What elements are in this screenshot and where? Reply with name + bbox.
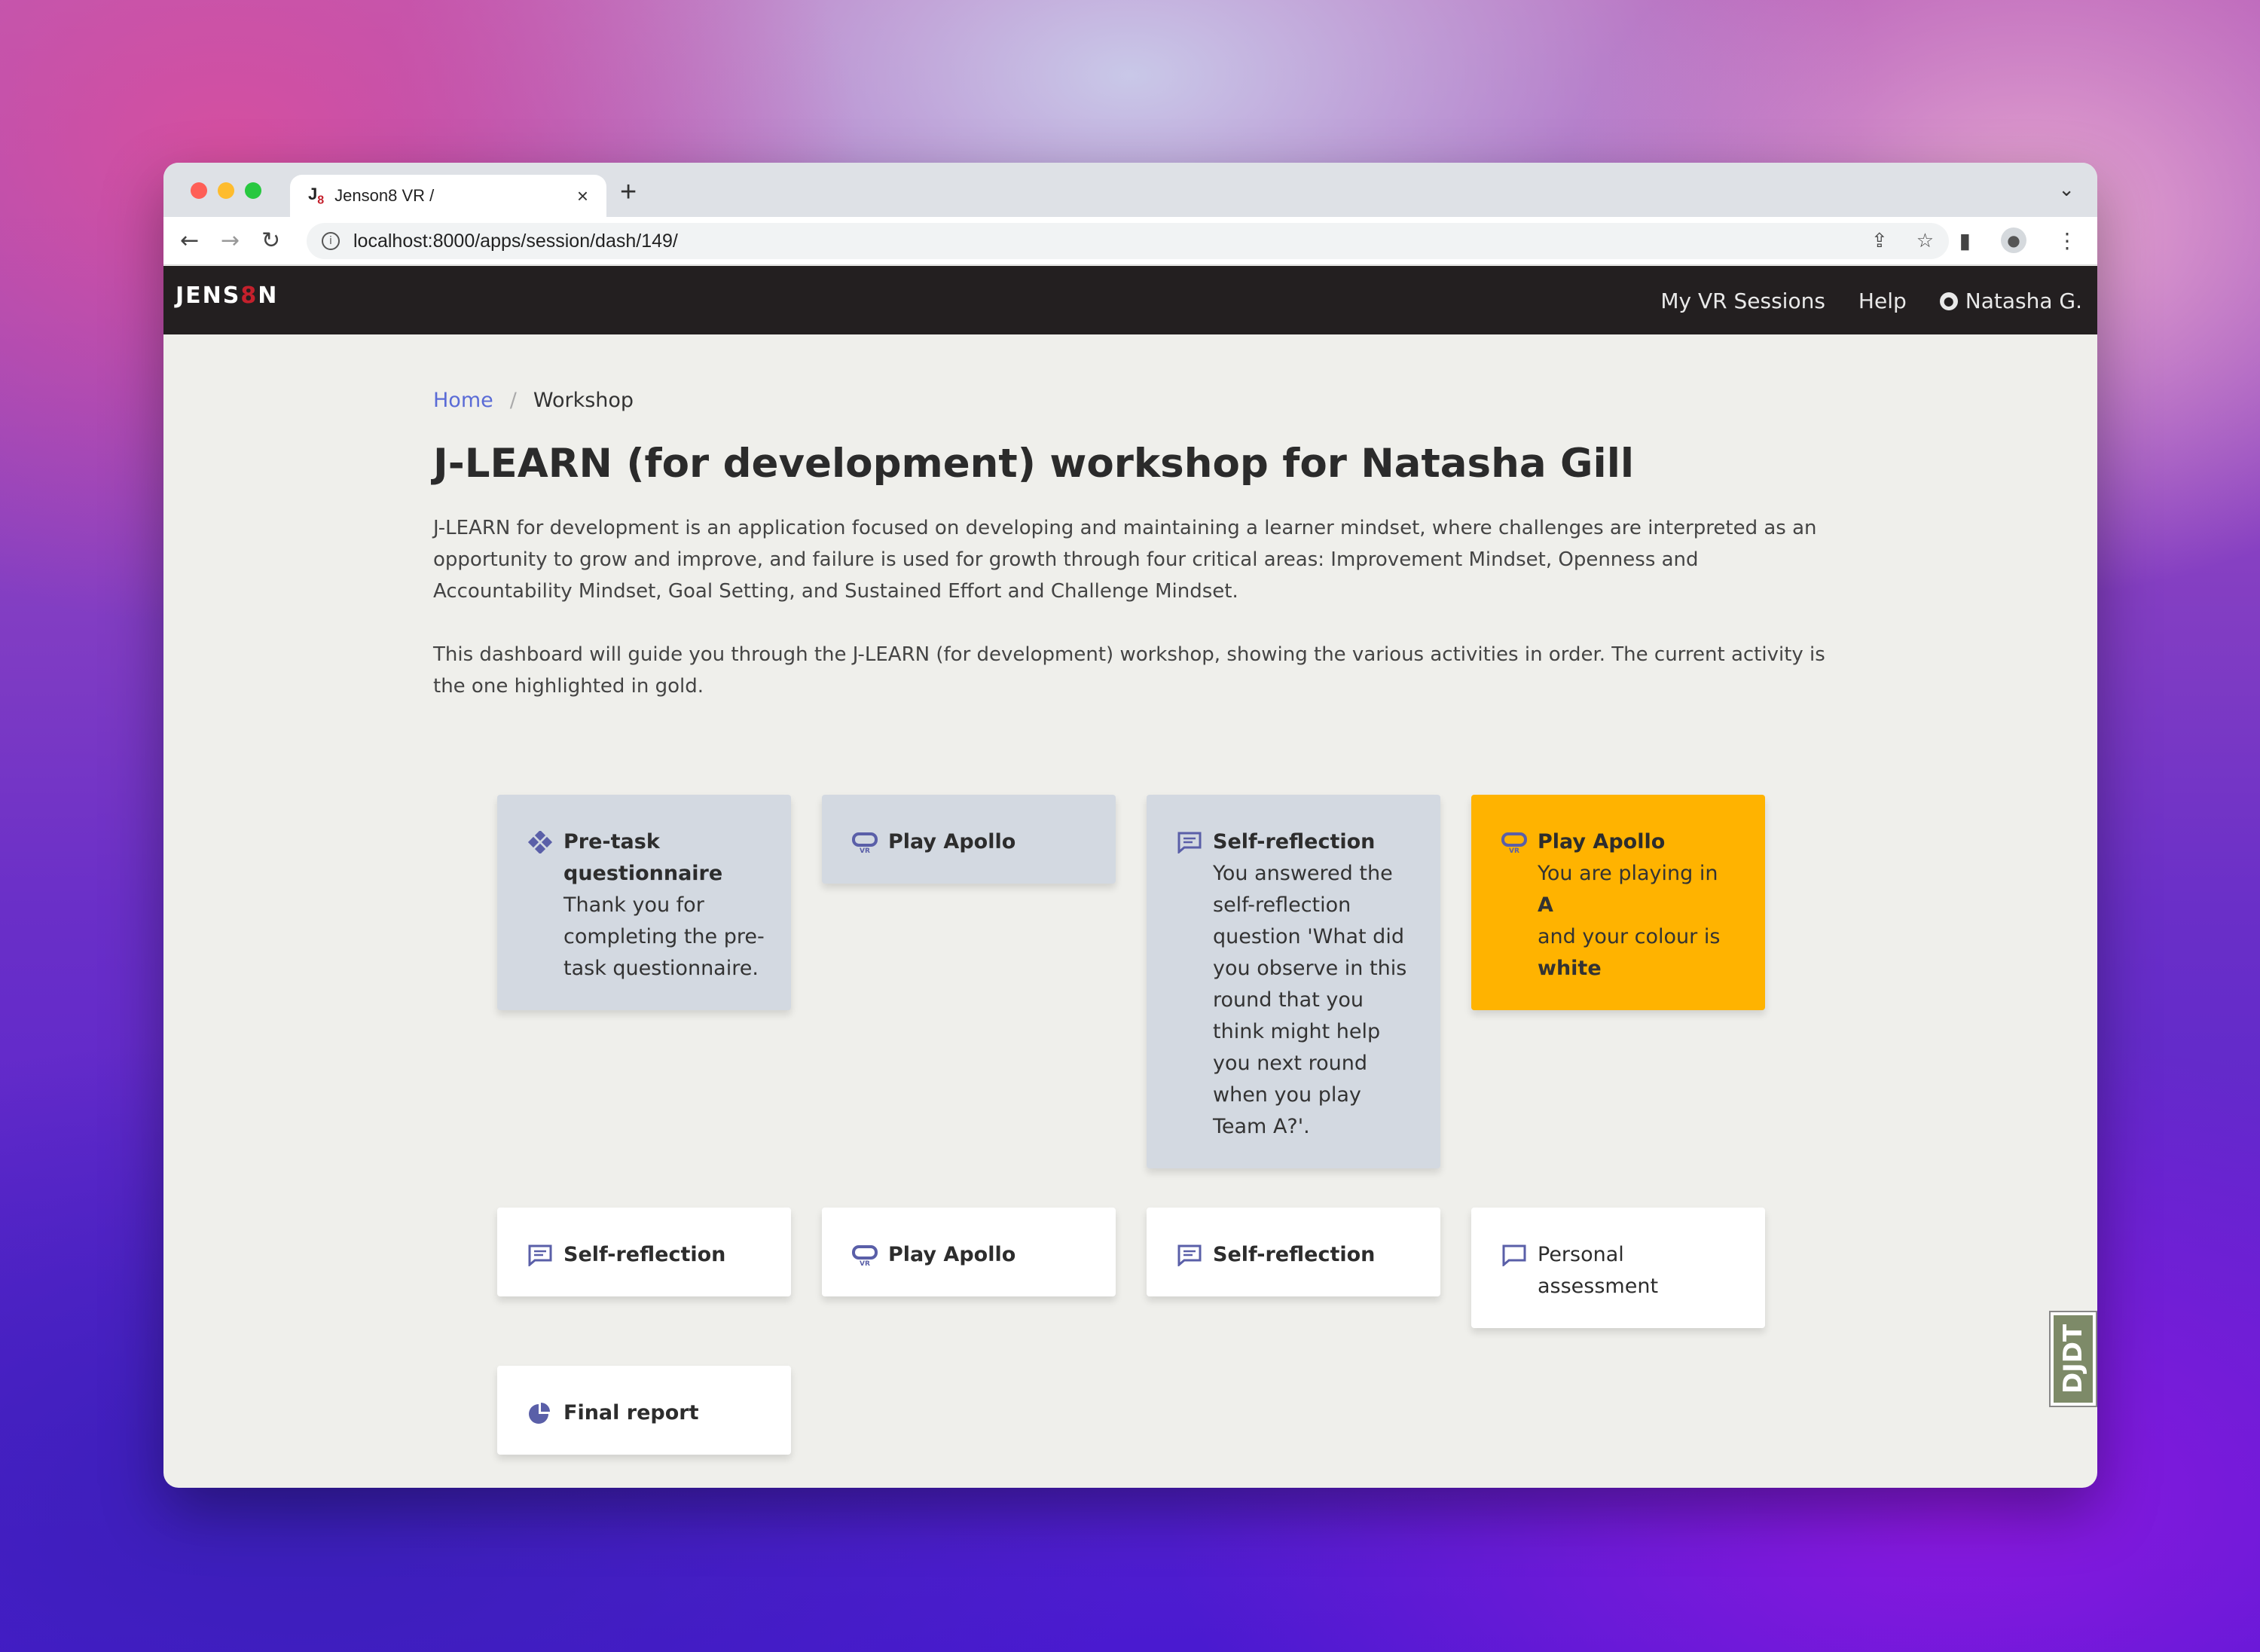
- vr-headset-icon: VR: [1501, 832, 1527, 853]
- app-navbar: JENS8N My VR Sessions Help ● Natasha G.: [163, 266, 2097, 334]
- activity-card-play-apollo-current[interactable]: VR Play Apollo You are playing in A and …: [1471, 795, 1765, 1010]
- activity-title: Pre-task questionnaire: [563, 830, 723, 885]
- browser-toolbar: ← → ↻ i localhost:8000/apps/session/dash…: [163, 217, 2097, 265]
- activity-card-pre-task-questionnaire[interactable]: Pre-task questionnaire Thank you for com…: [497, 795, 791, 1010]
- site-info-icon[interactable]: i: [322, 232, 340, 250]
- activity-body: You answered the self-reflection questio…: [1213, 862, 1407, 1138]
- activity-card-self-reflection-1[interactable]: Self-reflection You answered the self-re…: [1147, 795, 1440, 1168]
- close-window-button[interactable]: [191, 182, 207, 199]
- reload-icon[interactable]: ↻: [261, 227, 280, 254]
- browser-tab[interactable]: J8 Jenson8 VR / ×: [290, 175, 606, 217]
- comment-icon: [1177, 832, 1202, 853]
- activity-card-personal-assessment[interactable]: Personal assessment: [1471, 1208, 1765, 1328]
- comment-icon: [1177, 1244, 1202, 1266]
- activity-title: Play Apollo: [888, 1243, 1016, 1266]
- brand-logo[interactable]: JENS8N: [176, 282, 278, 309]
- pie-chart-icon: [529, 1403, 550, 1424]
- activity-body: Thank you for completing the pre-task qu…: [563, 893, 765, 980]
- activity-title: Play Apollo: [1538, 830, 1666, 853]
- vr-headset-icon: VR: [852, 1245, 878, 1266]
- back-icon[interactable]: ←: [180, 227, 199, 254]
- tab-close-icon[interactable]: ×: [577, 185, 588, 208]
- main-content: Home / Workshop J-LEARN (for development…: [433, 389, 1827, 702]
- tab-strip: J8 Jenson8 VR / × + ⌄: [163, 163, 2097, 217]
- vr-headset-icon: VR: [852, 832, 878, 853]
- django-debug-toolbar-handle[interactable]: DJDT: [2049, 1311, 2097, 1407]
- breadcrumb: Home / Workshop: [433, 389, 1827, 412]
- activity-title: Self-reflection: [1213, 830, 1376, 853]
- breadcrumb-current: Workshop: [533, 389, 634, 412]
- activity-card-final-report[interactable]: Final report: [497, 1366, 791, 1455]
- colour-value: white: [1538, 957, 1602, 980]
- activity-card-self-reflection-2[interactable]: Self-reflection: [497, 1208, 791, 1296]
- url-text[interactable]: localhost:8000/apps/session/dash/149/: [353, 231, 1871, 252]
- activity-title: Self-reflection: [563, 1243, 726, 1266]
- forward-icon[interactable]: →: [221, 227, 240, 254]
- breadcrumb-home-link[interactable]: Home: [433, 389, 493, 412]
- team-value: A: [1538, 893, 1553, 917]
- window-controls: [191, 182, 261, 199]
- comment-icon: [528, 1244, 552, 1266]
- activity-title: Play Apollo: [888, 830, 1016, 853]
- nav-help[interactable]: Help: [1858, 289, 1907, 313]
- share-icon[interactable]: ⇪: [1871, 230, 1888, 252]
- bookmark-star-icon[interactable]: ☆: [1916, 230, 1934, 252]
- tab-search-icon[interactable]: ⌄: [2058, 178, 2075, 201]
- minimize-window-button[interactable]: [218, 182, 234, 199]
- svg-text:VR: VR: [860, 847, 870, 853]
- dashboard-description: This dashboard will guide you through th…: [433, 643, 1825, 698]
- browser-window: J8 Jenson8 VR / × + ⌄ ← → ↻ i localhost:…: [163, 163, 2097, 1488]
- activity-card-play-apollo-1[interactable]: VR Play Apollo: [822, 795, 1116, 884]
- page-title: J-LEARN (for development) workshop for N…: [433, 441, 1635, 487]
- breadcrumb-separator: /: [509, 389, 517, 412]
- speech-bubble-icon: [1502, 1244, 1526, 1266]
- maximize-window-button[interactable]: [245, 182, 261, 199]
- activity-body: You are playing in A and your colour is …: [1538, 862, 1721, 980]
- svg-text:VR: VR: [860, 1260, 870, 1266]
- activity-title: Personal assessment: [1538, 1243, 1659, 1298]
- questionnaire-icon: [527, 831, 553, 853]
- favicon-icon: J8: [308, 184, 325, 207]
- address-bar[interactable]: i localhost:8000/apps/session/dash/149/ …: [307, 223, 1949, 259]
- tab-title: Jenson8 VR /: [334, 186, 435, 205]
- activity-title: Self-reflection: [1213, 1243, 1376, 1266]
- user-circle-icon: ●: [1939, 292, 1958, 310]
- activity-card-play-apollo-2[interactable]: VR Play Apollo: [822, 1208, 1116, 1296]
- browser-menu-icon[interactable]: ⋮: [2057, 228, 2078, 253]
- svg-text:VR: VR: [1509, 847, 1519, 853]
- activity-title: Final report: [563, 1401, 699, 1425]
- new-tab-button[interactable]: +: [620, 176, 637, 209]
- activity-card-self-reflection-3[interactable]: Self-reflection: [1147, 1208, 1440, 1296]
- profile-avatar-icon[interactable]: ●: [2001, 227, 2026, 253]
- side-panel-icon[interactable]: ▮: [1959, 228, 1971, 253]
- workshop-description: J-LEARN for development is an applicatio…: [433, 517, 1817, 603]
- nav-user-menu[interactable]: ● Natasha G.: [1939, 289, 2082, 313]
- nav-my-vr-sessions[interactable]: My VR Sessions: [1660, 289, 1825, 313]
